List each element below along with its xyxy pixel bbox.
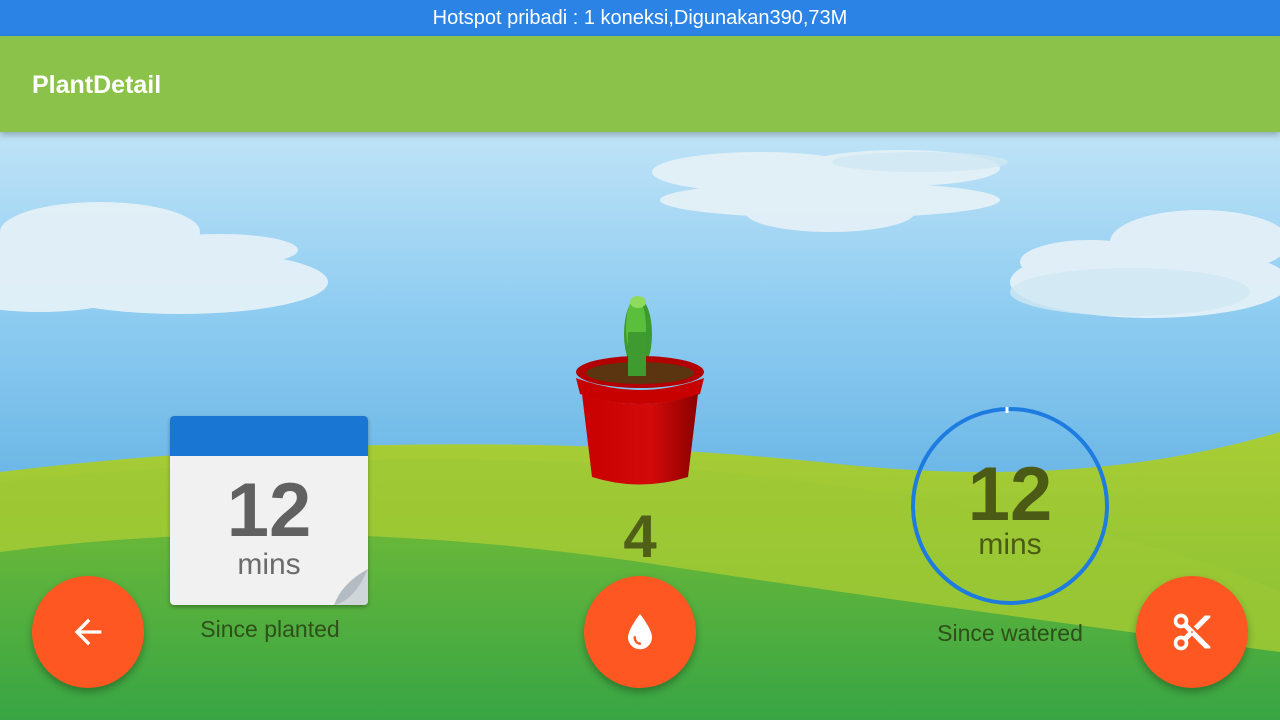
arrow-left-icon [74, 618, 102, 646]
plant-pot [576, 354, 704, 485]
page-curl-icon [334, 569, 368, 605]
watered-caption: Since watered [937, 620, 1083, 646]
water-drop-icon [628, 614, 652, 650]
planted-value: 12 [226, 468, 312, 553]
watered-value: 12 [967, 452, 1053, 537]
planted-calendar: 12 mins [170, 416, 368, 605]
prune-button[interactable] [1136, 576, 1248, 688]
app-bar: PlantDetail [0, 36, 1280, 132]
watered-timer: 12 mins [910, 406, 1110, 606]
water-button[interactable] [584, 576, 696, 688]
planted-caption: Since planted [200, 616, 340, 642]
scissors-icon [1173, 613, 1211, 651]
water-count: 4 [623, 503, 657, 570]
page-title: PlantDetail [32, 71, 162, 99]
status-bar-text: Hotspot pribadi : 1 koneksi,Digunakan390… [432, 6, 848, 29]
calendar-header [170, 416, 368, 456]
watered-unit: mins [978, 528, 1042, 561]
status-bar: Hotspot pribadi : 1 koneksi,Digunakan390… [0, 0, 1280, 36]
back-button[interactable] [32, 576, 144, 688]
